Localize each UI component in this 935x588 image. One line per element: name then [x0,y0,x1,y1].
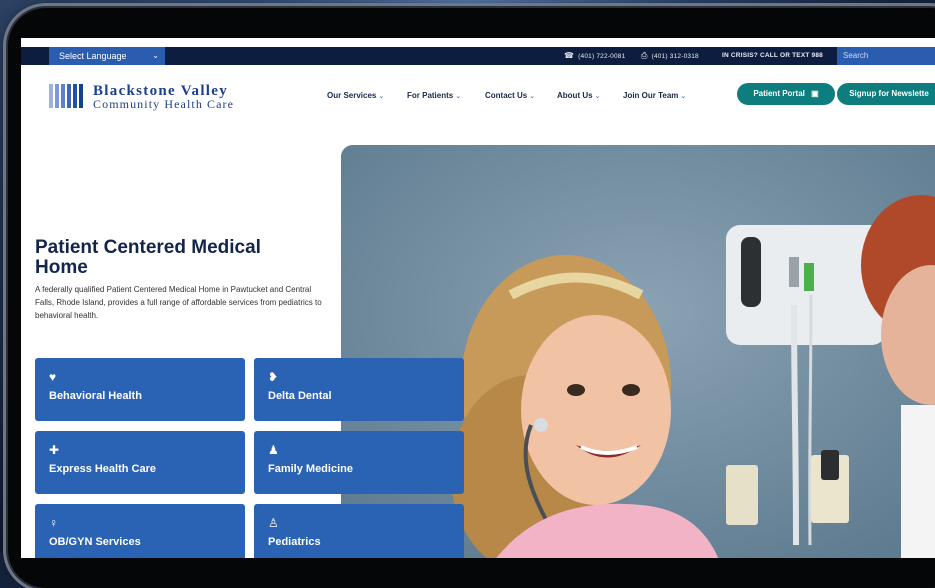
language-select-label: Select Language [59,51,127,61]
chevron-down-icon: ⌄ [455,93,462,100]
language-select[interactable]: Select Language ⌄ [49,47,165,65]
service-card-express-health-care[interactable]: ✚ Express Health Care [35,431,245,494]
patient-portal-label: Patient Portal [753,89,805,98]
phone-2-text: (401) 312-0318 [651,53,699,60]
patient-portal-button[interactable]: Patient Portal ▣ [737,83,835,105]
chevron-down-icon: ⌄ [680,93,687,100]
service-label: Express Health Care [49,463,156,475]
newsletter-label: Signup for Newslette [849,89,929,98]
chevron-down-icon: ⌄ [378,93,385,100]
fax-icon: ⎙ [641,51,648,60]
plus-icon: ✚ [49,443,60,457]
utility-bar: Select Language ⌄ ☎ (401) 722-0081 ⎙ (401)… [21,47,935,65]
nav-contact-us[interactable]: Contact Us ⌄ [485,91,535,100]
hero-image [341,145,935,558]
chevron-down-icon: ⌄ [152,51,159,60]
newsletter-button[interactable]: Signup for Newslette [837,83,935,105]
phone-icon: ☎ [564,51,575,60]
service-label: Behavioral Health [49,390,142,402]
nav-label: Contact Us [485,91,528,100]
female-icon: ♀ [49,516,58,530]
tooth-icon: ❥ [268,370,279,384]
child-icon: ♙ [268,516,279,530]
search-input[interactable]: Search [837,47,935,65]
nav-about-us[interactable]: About Us ⌄ [557,91,600,100]
calendar-icon: ▣ [811,89,819,98]
service-card-behavioral-health[interactable]: ♥ Behavioral Health [35,358,245,421]
crisis-text: IN CRISIS? CALL OR TEXT 988 [722,52,823,59]
nav-label: About Us [557,91,593,100]
nav-label: Join Our Team [623,91,679,100]
phone-1-text: (401) 722-0081 [578,53,626,60]
nav-label: For Patients [407,91,454,100]
hero-description: A federally qualified Patient Centered M… [35,285,322,320]
phone-link-2[interactable]: ⎙ (401) 312-0318 [641,47,699,65]
service-card-ob-gyn[interactable]: ♀ OB/GYN Services [35,504,245,558]
service-card-family-medicine[interactable]: ♟ Family Medicine [254,431,464,494]
service-label: Family Medicine [268,463,353,475]
browser-screen: Select Language ⌄ ☎ (401) 722-0081 ⎙ (401)… [21,38,935,558]
nav-label: Our Services [327,91,377,100]
family-icon: ♟ [268,443,279,457]
crisis-link[interactable]: IN CRISIS? CALL OR TEXT 988 [722,47,823,65]
service-card-delta-dental[interactable]: ❥ Delta Dental [254,358,464,421]
heart-icon: ♥ [49,370,57,384]
service-label: OB/GYN Services [49,536,141,548]
phone-link-1[interactable]: ☎ (401) 722-0081 [564,47,625,65]
nav-for-patients[interactable]: For Patients ⌄ [407,91,461,100]
hero-photo-illustration [341,145,935,558]
service-label: Delta Dental [268,390,332,402]
chevron-down-icon: ⌄ [529,93,536,100]
service-card-pediatrics[interactable]: ♙ Pediatrics [254,504,464,558]
nav-our-services[interactable]: Our Services ⌄ [327,91,384,100]
nav-join-our-team[interactable]: Join Our Team ⌄ [623,91,686,100]
chevron-down-icon: ⌄ [594,93,601,100]
service-label: Pediatrics [268,536,321,548]
logo-line-2: Community Health Care [93,97,235,111]
page-title: Patient Centered Medical Home [35,237,261,278]
